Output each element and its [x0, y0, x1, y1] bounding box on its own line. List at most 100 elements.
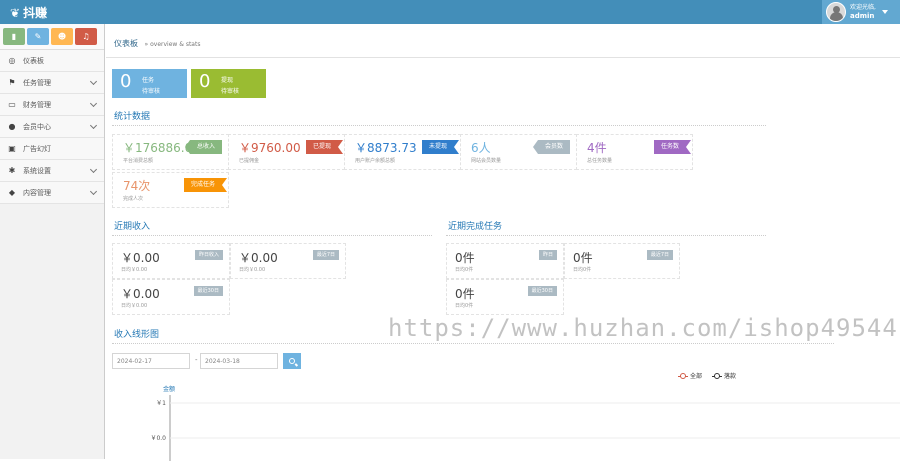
shortcut-button[interactable]: ▮	[3, 28, 25, 45]
stat-description: 平台消费总额	[123, 158, 154, 164]
task-value: 0件	[455, 251, 475, 265]
task-period-tag: 昨日	[538, 250, 557, 260]
pending-infobox[interactable]: 0 提现待审核	[191, 69, 266, 98]
chevron-down-icon	[89, 187, 98, 196]
caret-down-icon	[881, 10, 888, 14]
stat-box: 6人网站会员数量 会员数	[460, 134, 577, 170]
stat-box: ￥8873.73 用户账户余额总额 未提现	[344, 134, 461, 170]
search-button[interactable]	[283, 353, 301, 369]
task-box: 0件 日均0件 最近30日	[446, 279, 564, 315]
chevron-down-icon	[89, 99, 98, 108]
legend-label: 全部	[690, 373, 703, 380]
income-value: ￥0.00	[239, 251, 278, 265]
sidebar-item-label: 系统设置	[23, 166, 51, 175]
dashboard-icon: ◎	[8, 56, 16, 65]
stat-tag: 会员数	[532, 140, 570, 154]
pending-infobox[interactable]: 0 任务 待审核	[112, 69, 187, 98]
sidebar-item-label: 会员中心	[23, 122, 51, 131]
user-menu[interactable]: 欢迎光临, admin	[822, 0, 900, 24]
shortcut-button[interactable]: ✎	[27, 28, 49, 45]
stat-tag: 总收入	[184, 140, 222, 154]
task-average: 日均0件	[573, 267, 592, 273]
legend-marker-icon	[678, 373, 688, 379]
income-period-tag: 最近30日	[193, 286, 223, 296]
date-from-input[interactable]: 2024-02-17	[112, 353, 190, 369]
y-tick-label: ￥1	[156, 400, 166, 407]
pending-count: 0	[120, 71, 132, 92]
stat-value: 4件	[587, 141, 607, 155]
leaf-icon: ❦	[10, 5, 21, 20]
divider	[112, 343, 834, 344]
income-box: ￥0.00 日均￥0.00 昨日收入	[112, 243, 230, 279]
stat-value: 6人	[471, 141, 491, 155]
stat-tag: 任务数	[653, 140, 692, 154]
sidebar: ▮ ✎ ☻ ♫ ◎ 仪表板 ⚑ 任务管理 ▭ 财务管理 ● 会员中心 ▣ 广告幻灯 ✱ 系统设置 ◆ 内容管理	[0, 24, 105, 459]
stat-box: ￥176886.0 平台消费总额 总收入	[112, 134, 229, 170]
income-average: 日均￥0.00	[121, 303, 148, 309]
income-period-tag: 昨日收入	[194, 250, 223, 260]
sidebar-item[interactable]: ▭ 财务管理	[0, 94, 104, 116]
task-period-tag: 最近7日	[646, 250, 673, 260]
top-navbar: ❦ 抖赚 欢迎光临, admin	[0, 0, 900, 24]
pending-label: 提现	[221, 77, 234, 84]
brand[interactable]: ❦ 抖赚	[10, 4, 47, 21]
brand-name: 抖赚	[23, 6, 48, 20]
legend-item[interactable]: 落款	[712, 371, 736, 380]
stat-value: ￥176886.0	[123, 141, 193, 155]
sidebar-item[interactable]: ✱ 系统设置	[0, 160, 104, 182]
sidebar-item[interactable]: ● 会员中心	[0, 116, 104, 138]
user-icon: ●	[8, 122, 16, 131]
gear-icon: ✱	[8, 166, 16, 175]
stat-tag: 已提现	[305, 140, 344, 154]
shortcut-button[interactable]: ♫	[75, 28, 97, 45]
income-average: 日均￥0.00	[121, 267, 148, 273]
income-period-tag: 最近7日	[312, 250, 339, 260]
stat-value: ￥9760.00	[239, 141, 301, 155]
username: admin	[850, 12, 875, 20]
task-average: 日均0件	[455, 267, 474, 273]
chevron-down-icon	[89, 165, 98, 174]
chevron-down-icon	[89, 121, 98, 130]
greeting: 欢迎光临,	[850, 4, 876, 11]
stat-box: 74次 完成人次 完成任务	[112, 172, 229, 208]
pending-status: 待审核	[221, 88, 240, 95]
income-line-chart: 金额 ￥1 ￥0.0	[150, 385, 900, 461]
income-average: 日均￥0.00	[239, 267, 266, 273]
y-axis-label: 金额	[163, 385, 175, 393]
income-value: ￥0.00	[121, 251, 160, 265]
sidebar-item[interactable]: ⚑ 任务管理	[0, 72, 104, 94]
sidebar-shortcuts: ▮ ✎ ☻ ♫	[0, 24, 104, 50]
stat-description: 网站会员数量	[471, 158, 502, 164]
task-value: 0件	[455, 287, 475, 301]
task-average: 日均0件	[455, 303, 474, 309]
divider	[112, 235, 432, 236]
income-box: ￥0.00 日均￥0.00 最近30日	[112, 279, 230, 315]
sidebar-item-label: 仪表板	[23, 56, 44, 65]
sidebar-item[interactable]: ◎ 仪表板	[0, 50, 104, 72]
sidebar-nav: ◎ 仪表板 ⚑ 任务管理 ▭ 财务管理 ● 会员中心 ▣ 广告幻灯 ✱ 系统设置 ◆ 内容管理	[0, 50, 104, 204]
chart-legend: 全部 落款	[678, 371, 736, 380]
inbox-icon: ▭	[8, 100, 16, 109]
chart-section-title: 收入线形图	[114, 330, 160, 340]
breadcrumb: 仪表板 » overview & stats	[114, 38, 200, 49]
main-content: 仪表板 » overview & stats 0 任务 待审核 0 提现 待审核 统计数据…	[106, 24, 900, 461]
tasks-title: 近期完成任务	[448, 222, 503, 232]
sidebar-item[interactable]: ▣ 广告幻灯	[0, 138, 104, 160]
avatar	[826, 2, 846, 22]
date-to-input[interactable]: 2024-03-18	[200, 353, 278, 369]
flag-icon: ⚑	[8, 78, 16, 87]
page-title[interactable]: 仪表板	[114, 39, 138, 48]
chevron-down-icon	[89, 77, 98, 86]
y-tick-label: ￥0.0	[150, 435, 166, 442]
stat-description: 已提佣金	[239, 158, 260, 164]
folder-icon: ◆	[8, 188, 16, 197]
stat-box: 4件 总任务数量 任务数	[576, 134, 693, 170]
pending-count: 0	[199, 71, 211, 92]
task-box: 0件 日均0件 最近7日	[564, 243, 680, 279]
income-value: ￥0.00	[121, 287, 160, 301]
legend-item[interactable]: 全部	[678, 371, 702, 380]
date-separator: -	[195, 356, 198, 364]
shortcut-button[interactable]: ☻	[51, 28, 73, 45]
sidebar-item[interactable]: ◆ 内容管理	[0, 182, 104, 204]
stat-tag: 完成任务	[183, 178, 228, 192]
